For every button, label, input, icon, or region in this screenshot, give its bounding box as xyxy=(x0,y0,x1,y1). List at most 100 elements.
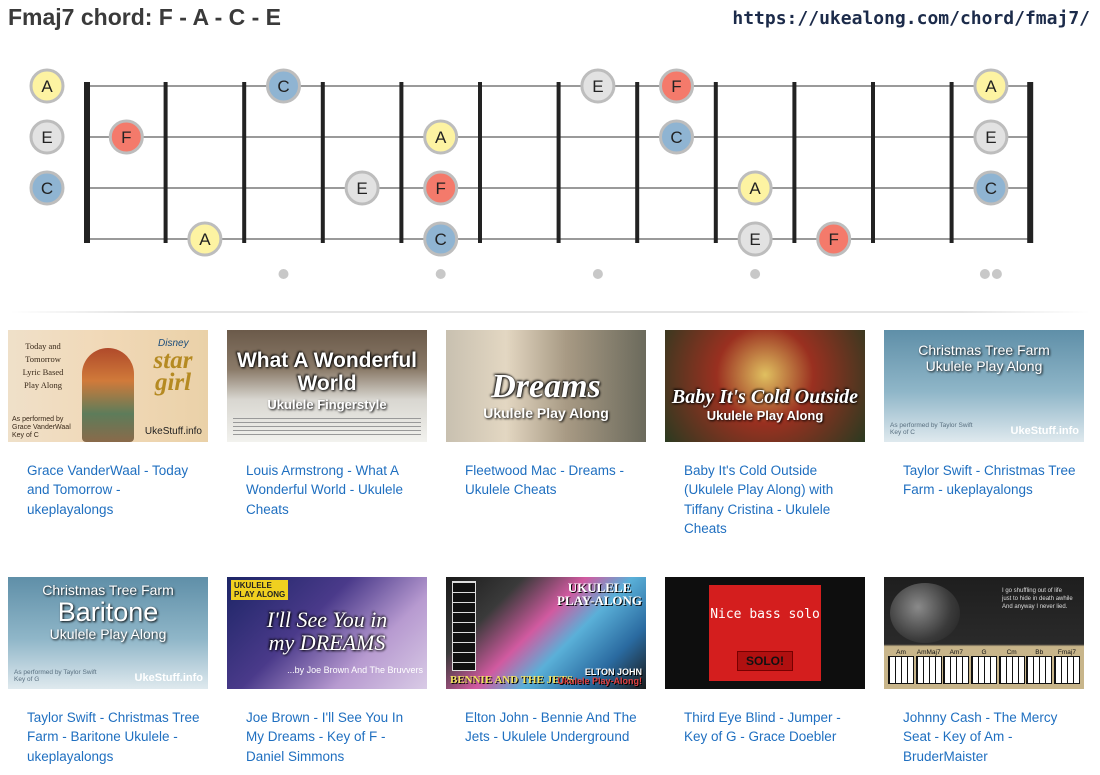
badge-line: UKULELE xyxy=(234,581,272,590)
video-title-link[interactable]: Elton John - Bennie And The Jets - Ukule… xyxy=(446,708,646,747)
fret-inlay-dot xyxy=(979,269,990,279)
thumb-line: Play Along xyxy=(23,380,63,390)
note-label: E xyxy=(592,77,603,96)
video-thumbnail[interactable]: Dreams Ukulele Play Along xyxy=(446,330,646,442)
note-marker-c: C xyxy=(659,119,694,155)
note-marker-a: A xyxy=(187,221,223,257)
note-marker-e: E xyxy=(737,221,773,257)
thumb-byline: ...by Joe Brown And The Bruvvers xyxy=(287,665,423,675)
note-marker-e: E xyxy=(344,170,380,206)
thumb-line: Today and Tomorrow xyxy=(25,341,61,364)
thumb-credit: As performed by Taylor Swift xyxy=(890,422,973,429)
video-title-link[interactable]: Third Eye Blind - Jumper - Key of G - Gr… xyxy=(665,708,865,747)
page-title: Fmaj7 chord: F - A - C - E xyxy=(8,4,282,30)
note-marker-e: E xyxy=(580,68,616,104)
thumb-site: UkeStuff.info xyxy=(1010,425,1079,437)
note-label: A xyxy=(985,77,997,96)
note-marker-c: C xyxy=(973,170,1009,206)
video-thumbnail[interactable]: Today and Tomorrow Lyric Based Play Alon… xyxy=(8,330,208,442)
video-thumbnail[interactable]: Baby It's Cold Outside Ukulele Play Alon… xyxy=(665,330,865,442)
video-thumbnail[interactable]: UKULELE PLAY ALONG I'll See You in my DR… xyxy=(227,577,427,689)
thumb-subtitle: Ukulele Play Along xyxy=(483,404,609,421)
note-label: C xyxy=(670,128,682,147)
note-label: A xyxy=(199,230,211,249)
video-title-link[interactable]: Fleetwood Mac - Dreams - Ukulele Cheats xyxy=(446,461,646,500)
thumb-subtitle: Ukulele Play Along xyxy=(706,408,824,423)
fretboard-diagram: A E C C E F A F A C E E F A C A C E F xyxy=(29,68,1034,279)
thumb-site: UkeStuff.info xyxy=(144,426,202,437)
thumb-credit: Key of C xyxy=(12,432,39,439)
video-card[interactable]: I go shuffling out of life just to hide … xyxy=(884,577,1084,766)
video-title-link[interactable]: Baby It's Cold Outside (Ukulele Play Alo… xyxy=(665,461,865,538)
chord-strip: Am AmMaj7 Am7 G Cm Bb Fmaj7 xyxy=(888,649,1080,684)
solo-button-graphic: SOLO! xyxy=(737,651,793,671)
chord-name: Cm xyxy=(1006,649,1017,656)
fret-inlay-dot xyxy=(592,269,603,279)
note-marker-f: F xyxy=(816,221,852,257)
note-label: F xyxy=(671,77,681,96)
note-marker-a: A xyxy=(29,68,65,104)
thumb-subtitle: Ukulele Play Along xyxy=(925,358,1043,374)
thumb-caption: Dreams xyxy=(491,368,601,406)
stargirl-logo: star girl xyxy=(153,347,193,396)
video-title-link[interactable]: Taylor Swift - Christmas Tree Farm - uke… xyxy=(884,461,1084,500)
video-thumbnail[interactable]: UKULELE PLAY-ALONG BENNIE AND THE JETS E… xyxy=(446,577,646,689)
thumb-credit: Key of C xyxy=(890,429,915,436)
chord-name: Fmaj7 xyxy=(1057,649,1076,656)
lyric-line: I go shuffling out of life xyxy=(1002,588,1062,594)
note-marker-e: E xyxy=(973,119,1009,155)
video-thumbnail[interactable]: Christmas Tree Farm Ukulele Play Along A… xyxy=(884,330,1084,442)
fret-inlay-dot xyxy=(991,269,1002,279)
chord-name: G xyxy=(981,649,987,656)
note-marker-a: A xyxy=(973,68,1009,104)
thumb-site: UkeStuff.info xyxy=(134,672,203,684)
note-marker-c: C xyxy=(266,68,301,104)
chord-url-link[interactable]: https://ukealong.com/chord/fmaj7/ xyxy=(732,8,1090,29)
note-label: E xyxy=(41,128,52,147)
fret-inlay-dot xyxy=(750,269,761,279)
chord-name: AmMaj7 xyxy=(916,649,941,656)
note-label: E xyxy=(985,128,996,147)
note-label: E xyxy=(356,179,367,198)
note-marker-a: A xyxy=(423,119,459,155)
video-title-link[interactable]: Joe Brown - I'll See You In My Dreams - … xyxy=(227,708,427,766)
red-panel: Nice bass solo SOLO! xyxy=(709,585,821,681)
note-marker-f: F xyxy=(108,119,144,155)
video-thumbnail[interactable]: What A Wonderful World Ukulele Fingersty… xyxy=(227,330,427,442)
video-card[interactable]: Today and Tomorrow Lyric Based Play Alon… xyxy=(8,330,208,519)
video-card[interactable]: Nice bass solo SOLO! Third Eye Blind - J… xyxy=(665,577,865,747)
thumb-caption: Christmas Tree Farm xyxy=(918,342,1050,358)
badge-line: PLAY ALONG xyxy=(234,590,286,599)
video-card[interactable]: UKULELE PLAY-ALONG BENNIE AND THE JETS E… xyxy=(446,577,646,747)
note-label: A xyxy=(749,179,761,198)
video-card[interactable]: Dreams Ukulele Play Along Fleetwood Mac … xyxy=(446,330,646,500)
video-thumbnail[interactable]: Christmas Tree Farm Baritone Ukulele Pla… xyxy=(8,577,208,689)
video-thumbnail[interactable]: I go shuffling out of life just to hide … xyxy=(884,577,1084,689)
video-title-link[interactable]: Louis Armstrong - What A Wonderful World… xyxy=(227,461,427,519)
note-marker-a: A xyxy=(737,170,773,206)
note-label: F xyxy=(121,128,131,147)
thumb-subtitle: Ukulele Fingerstyle xyxy=(267,396,387,412)
video-title-link[interactable]: Johnny Cash - The Mercy Seat - Key of Am… xyxy=(884,708,1084,766)
note-marker-f: F xyxy=(659,68,694,104)
thumb-subtitle: Ukulele Play-Along! xyxy=(557,676,642,686)
video-card[interactable]: What A Wonderful World Ukulele Fingersty… xyxy=(227,330,427,519)
thumb-caption: Nice bass solo xyxy=(710,607,820,622)
video-card[interactable]: Christmas Tree Farm Ukulele Play Along A… xyxy=(884,330,1084,500)
note-label: C xyxy=(435,230,447,249)
video-card[interactable]: UKULELE PLAY ALONG I'll See You in my DR… xyxy=(227,577,427,766)
note-marker-c: C xyxy=(423,221,459,257)
thumb-subtitle: Ukulele Play Along xyxy=(49,626,167,642)
thumb-caption: I'll See You in my DREAMS xyxy=(266,606,388,655)
video-card[interactable]: Baby It's Cold Outside Ukulele Play Alon… xyxy=(665,330,865,538)
video-card[interactable]: Christmas Tree Farm Baritone Ukulele Pla… xyxy=(8,577,208,766)
video-title-link[interactable]: Taylor Swift - Christmas Tree Farm - Bar… xyxy=(8,708,208,766)
note-label: C xyxy=(985,179,997,198)
video-thumbnail[interactable]: Nice bass solo SOLO! xyxy=(665,577,865,689)
chord-name: Bb xyxy=(1035,649,1044,656)
note-marker-f: F xyxy=(423,170,459,206)
tab-staff xyxy=(233,418,421,436)
video-title-link[interactable]: Grace VanderWaal - Today and Tomorrow - … xyxy=(8,461,208,519)
thumb-credit: Key of G xyxy=(14,676,40,683)
thumb-credit: As performed by xyxy=(12,416,64,423)
